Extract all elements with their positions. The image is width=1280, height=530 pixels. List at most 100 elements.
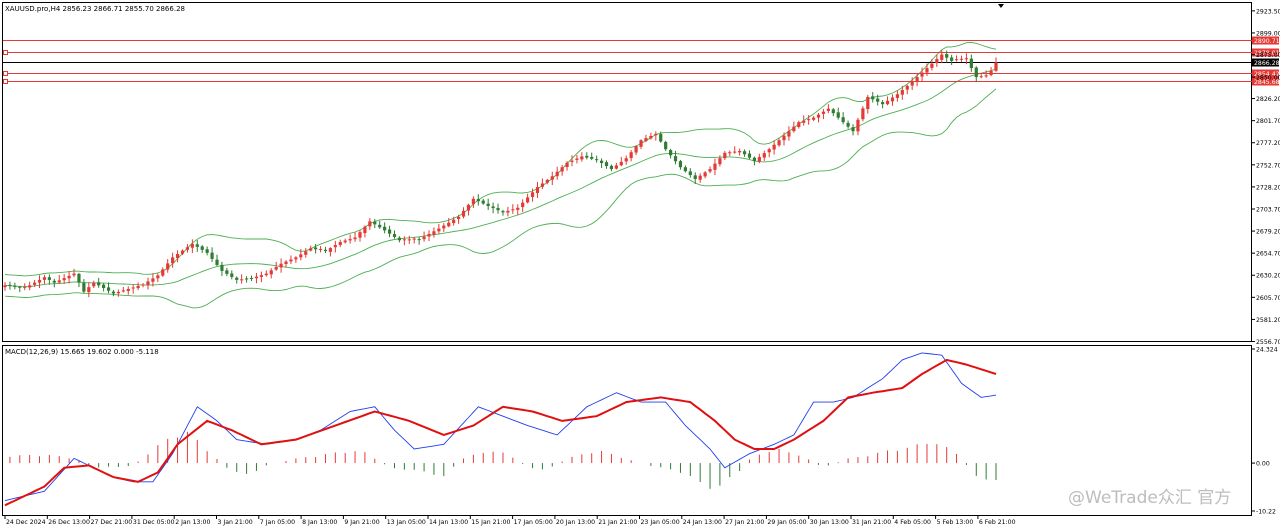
candle-body <box>323 249 328 252</box>
candle-body <box>673 156 678 162</box>
candle-body <box>895 94 899 98</box>
candle-body <box>871 96 875 100</box>
time-tick-label: 17 Jan 05:00 <box>514 519 553 526</box>
candle-body <box>516 207 520 210</box>
candle-body <box>205 249 209 253</box>
candle-body <box>452 219 456 224</box>
candle-body <box>856 119 860 132</box>
candle-body <box>693 175 697 179</box>
time-axis: 24 Dec 2024 26 Dec 13:00 27 Dec 21:00 31 De… <box>4 515 1016 526</box>
candle-body <box>876 98 880 102</box>
candle-body <box>634 146 638 153</box>
candle-body <box>486 203 490 207</box>
candle-body <box>210 252 214 259</box>
candle-body <box>974 67 978 78</box>
candle-body <box>881 102 885 105</box>
candle-body <box>570 160 574 162</box>
candle-body <box>353 237 357 240</box>
candle-body <box>358 232 362 238</box>
candle-body <box>131 287 135 289</box>
price-tick-label: 2801.70 <box>1256 118 1280 125</box>
candle-body <box>861 108 865 120</box>
candle-body <box>762 153 766 158</box>
candle-body <box>87 287 91 293</box>
candle-body <box>718 158 722 165</box>
time-tick-label: 23 Jan 05:00 <box>641 519 680 526</box>
candle-body <box>757 157 761 162</box>
candle-body <box>555 171 559 177</box>
candle-body <box>126 288 130 291</box>
candle-body <box>989 70 993 76</box>
candle-body <box>106 287 111 291</box>
candle-body <box>599 160 604 164</box>
candle-body <box>530 192 535 197</box>
candle-body <box>200 246 204 250</box>
candle-body <box>363 226 367 234</box>
candle-body <box>713 163 717 170</box>
candle-body <box>102 284 106 289</box>
candle-body <box>747 153 752 158</box>
macd-axis: 24.324 0.00 -10.22 <box>1251 347 1278 516</box>
candle-body <box>348 239 352 241</box>
candle-body <box>969 58 973 69</box>
candle-body <box>678 161 683 168</box>
candle-body <box>52 280 56 283</box>
macd-header: MACD(12,26,9) 15.665 19.602 0.000 -5.118 <box>5 348 159 356</box>
candle-body <box>511 209 515 211</box>
candle-body <box>397 237 402 241</box>
candle-body <box>959 58 964 60</box>
time-tick-label: 6 Feb 21:00 <box>979 519 1016 526</box>
candle-body <box>461 210 466 217</box>
candle-body <box>57 280 61 283</box>
candle-body <box>92 282 96 287</box>
candle-body <box>802 120 806 123</box>
level-anchor-marker <box>3 71 8 76</box>
candle-body <box>274 267 278 270</box>
candle-body <box>284 261 288 264</box>
candle-body <box>466 204 471 211</box>
candle-body <box>72 273 76 276</box>
price-tick-label: 2875.00 <box>1256 52 1280 59</box>
candle-body <box>383 226 387 231</box>
candle-body <box>304 251 308 255</box>
candle-body <box>111 291 116 294</box>
candle-body <box>18 286 22 288</box>
candle-body <box>950 57 954 61</box>
price-tick-label: 2923.50 <box>1256 8 1280 15</box>
candle-body <box>491 206 495 209</box>
level-anchor-marker <box>3 79 8 84</box>
candle-body <box>185 247 190 250</box>
candle-body <box>526 197 530 203</box>
candle-body <box>269 270 273 275</box>
candle-body <box>249 277 254 279</box>
candle-body <box>289 259 293 262</box>
candle-body <box>836 112 840 118</box>
candle-body <box>264 273 268 276</box>
candle-body <box>437 228 441 232</box>
candle-body <box>328 248 333 252</box>
candle-body <box>890 97 895 102</box>
candle-body <box>649 136 653 139</box>
time-tick-label: 2 Jan 13:00 <box>175 519 210 526</box>
candle-body <box>614 165 618 169</box>
candle-body <box>161 269 165 276</box>
candle-body <box>432 231 436 235</box>
candle-body <box>136 285 140 289</box>
level-anchor-marker <box>3 50 8 55</box>
candle-body <box>668 150 673 156</box>
price-tick-label: 2556.70 <box>1256 339 1280 346</box>
candle-body <box>777 140 781 146</box>
candle-body <box>8 284 12 287</box>
candle-body <box>235 277 239 280</box>
candle-body <box>156 275 160 279</box>
candle-body <box>688 171 692 176</box>
price-tick-label: 2679.20 <box>1256 229 1280 236</box>
price-level-label: 2890.71 <box>1254 38 1280 45</box>
candle-body <box>826 108 830 111</box>
candle-body <box>343 240 347 243</box>
candle-body <box>935 59 939 64</box>
time-tick-label: 21 Jan 21:00 <box>598 519 637 526</box>
candle-body <box>254 276 259 279</box>
candle-body <box>723 152 727 159</box>
candle-body <box>37 279 42 283</box>
